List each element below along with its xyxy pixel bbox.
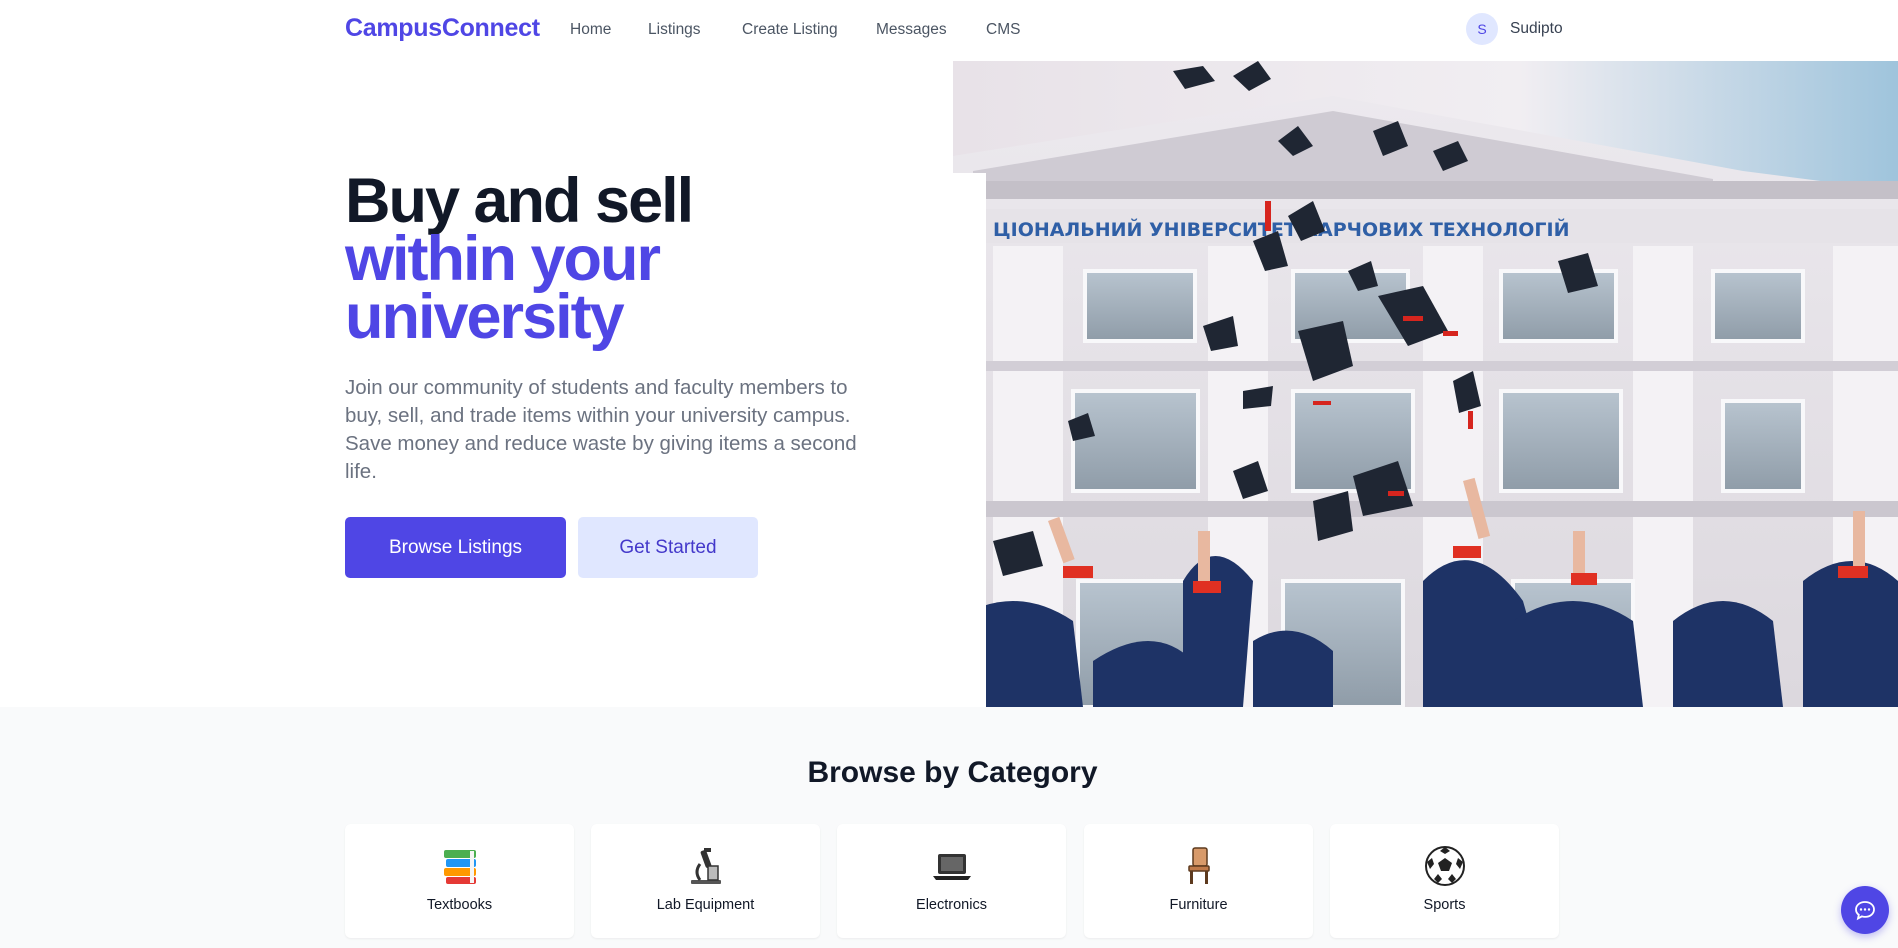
category-card-electronics[interactable]: Electronics bbox=[837, 824, 1066, 938]
chat-bubble-icon bbox=[1855, 901, 1875, 921]
hero-image: ЦІОНАЛЬНИЙ УНІВЕРСИТЕТ ХАРЧОВИХ ТЕХНОЛОГ… bbox=[953, 61, 1898, 707]
category-card-lab-equipment[interactable]: Lab Equipment bbox=[591, 824, 820, 938]
category-label: Furniture bbox=[1169, 897, 1228, 913]
hero-image-edge bbox=[953, 173, 986, 707]
soccer-ball-icon bbox=[1330, 844, 1559, 888]
category-label: Lab Equipment bbox=[656, 897, 755, 913]
brand-logo[interactable]: CampusConnect bbox=[345, 14, 540, 43]
category-card-textbooks[interactable]: Textbooks bbox=[345, 824, 574, 938]
get-started-button[interactable]: Get Started bbox=[578, 517, 758, 578]
hero-title-line-3: university bbox=[345, 282, 625, 352]
hero-title: Buy and sell within your university bbox=[345, 166, 905, 352]
hero-title-line-2: within your bbox=[345, 224, 661, 294]
hero-description: Join our community of students and facul… bbox=[345, 376, 857, 483]
chair-icon bbox=[1084, 844, 1313, 888]
browse-listings-button[interactable]: Browse Listings bbox=[345, 517, 566, 578]
nav-link-create-listing[interactable]: Create Listing bbox=[742, 21, 838, 39]
category-label: Textbooks bbox=[426, 897, 493, 913]
top-navigation: CampusConnect Home Listings Create Listi… bbox=[0, 0, 1898, 61]
laptop-icon bbox=[837, 844, 1066, 888]
building-banner-text: ЦІОНАЛЬНИЙ УНІВЕРСИТЕТ ХАРЧОВИХ ТЕХНОЛОГ… bbox=[993, 218, 1570, 241]
books-icon bbox=[345, 844, 574, 888]
hero-title-line-1: Buy and sell bbox=[345, 166, 694, 236]
user-name[interactable]: Sudipto bbox=[1510, 20, 1563, 38]
microscope-icon bbox=[591, 844, 820, 888]
nav-link-cms[interactable]: CMS bbox=[986, 21, 1020, 39]
chat-button[interactable] bbox=[1841, 886, 1889, 934]
category-card-sports[interactable]: Sports bbox=[1330, 824, 1559, 938]
nav-link-home[interactable]: Home bbox=[570, 21, 611, 39]
category-label: Sports bbox=[1423, 897, 1466, 913]
category-section-title: Browse by Category bbox=[807, 756, 1098, 789]
user-avatar[interactable]: S bbox=[1466, 13, 1498, 45]
nav-link-messages[interactable]: Messages bbox=[876, 21, 947, 39]
category-card-furniture[interactable]: Furniture bbox=[1084, 824, 1313, 938]
category-label: Electronics bbox=[916, 897, 987, 913]
nav-link-listings[interactable]: Listings bbox=[648, 21, 701, 39]
